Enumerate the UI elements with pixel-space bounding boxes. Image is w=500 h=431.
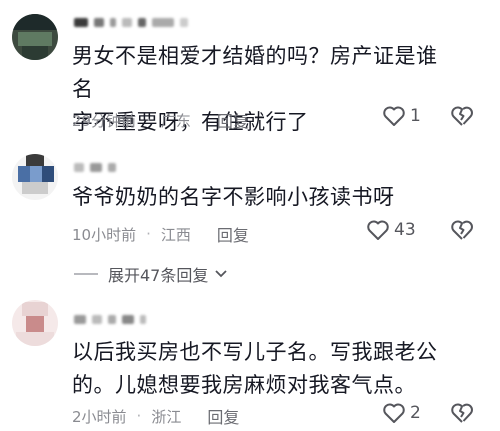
meta-separator: ·: [136, 407, 142, 425]
like-button[interactable]: 2: [382, 402, 421, 424]
heart-outline-icon: [383, 106, 405, 126]
dislike-button[interactable]: [450, 402, 474, 428]
like-count: 1: [410, 106, 421, 126]
like-button[interactable]: 1: [382, 105, 421, 127]
like-count: 43: [394, 220, 416, 240]
comment-text: 以后我买房也不写儿子名。写我跟老公 的。儿媳想要我房麻烦对我客气点。: [72, 336, 452, 402]
comment-text-line: 男女不是相爱才结婚的吗？房产证是谁名: [72, 44, 438, 101]
reply-button[interactable]: 回复: [217, 108, 249, 132]
broken-heart-icon: [451, 106, 473, 126]
like-button[interactable]: 43: [366, 219, 416, 241]
comment-meta: 29分钟前 · 广东 回复: [72, 108, 249, 132]
chevron-down-icon: [215, 270, 228, 278]
comment-location: 浙江: [151, 407, 182, 426]
comment-location: 广东: [160, 111, 191, 130]
expand-replies-label: 展开47条回复: [108, 266, 209, 285]
heart-outline-icon: [383, 403, 405, 423]
username-blurred[interactable]: [74, 12, 194, 27]
dislike-button[interactable]: [450, 219, 474, 245]
comment-time: 10小时前: [72, 225, 137, 244]
comment-text-line: 的。儿媳想要我房麻烦对我客气点。: [72, 373, 416, 397]
meta-separator: ·: [146, 225, 151, 243]
comment-text-line: 以后我买房也不写儿子名。写我跟老公: [72, 340, 438, 364]
comment-text: 爷爷奶奶的名字不影响小孩读书呀: [72, 181, 452, 214]
comment-time: 29分钟前: [72, 111, 137, 130]
broken-heart-icon: [451, 403, 473, 423]
username-blurred[interactable]: [74, 157, 122, 172]
comment-time: 2小时前: [72, 407, 127, 426]
dislike-button[interactable]: [450, 105, 474, 131]
comment-text-line: 爷爷奶奶的名字不影响小孩读书呀: [72, 185, 395, 209]
avatar[interactable]: [12, 300, 58, 346]
comment-meta: 10小时前 · 江西 回复: [72, 222, 249, 246]
comment-meta: 2小时前 · 浙江 回复: [72, 404, 239, 428]
like-count: 2: [410, 403, 421, 423]
avatar[interactable]: [12, 154, 58, 200]
broken-heart-icon: [451, 220, 473, 240]
comment-location: 江西: [160, 225, 191, 244]
heart-outline-icon: [367, 220, 389, 240]
avatar[interactable]: [12, 14, 58, 60]
expand-replies-button[interactable]: 展开47条回复: [74, 262, 228, 286]
username-blurred[interactable]: [74, 309, 152, 324]
divider-line: [74, 273, 98, 275]
meta-separator: ·: [146, 111, 151, 129]
reply-button[interactable]: 回复: [207, 404, 239, 428]
reply-button[interactable]: 回复: [217, 222, 249, 246]
